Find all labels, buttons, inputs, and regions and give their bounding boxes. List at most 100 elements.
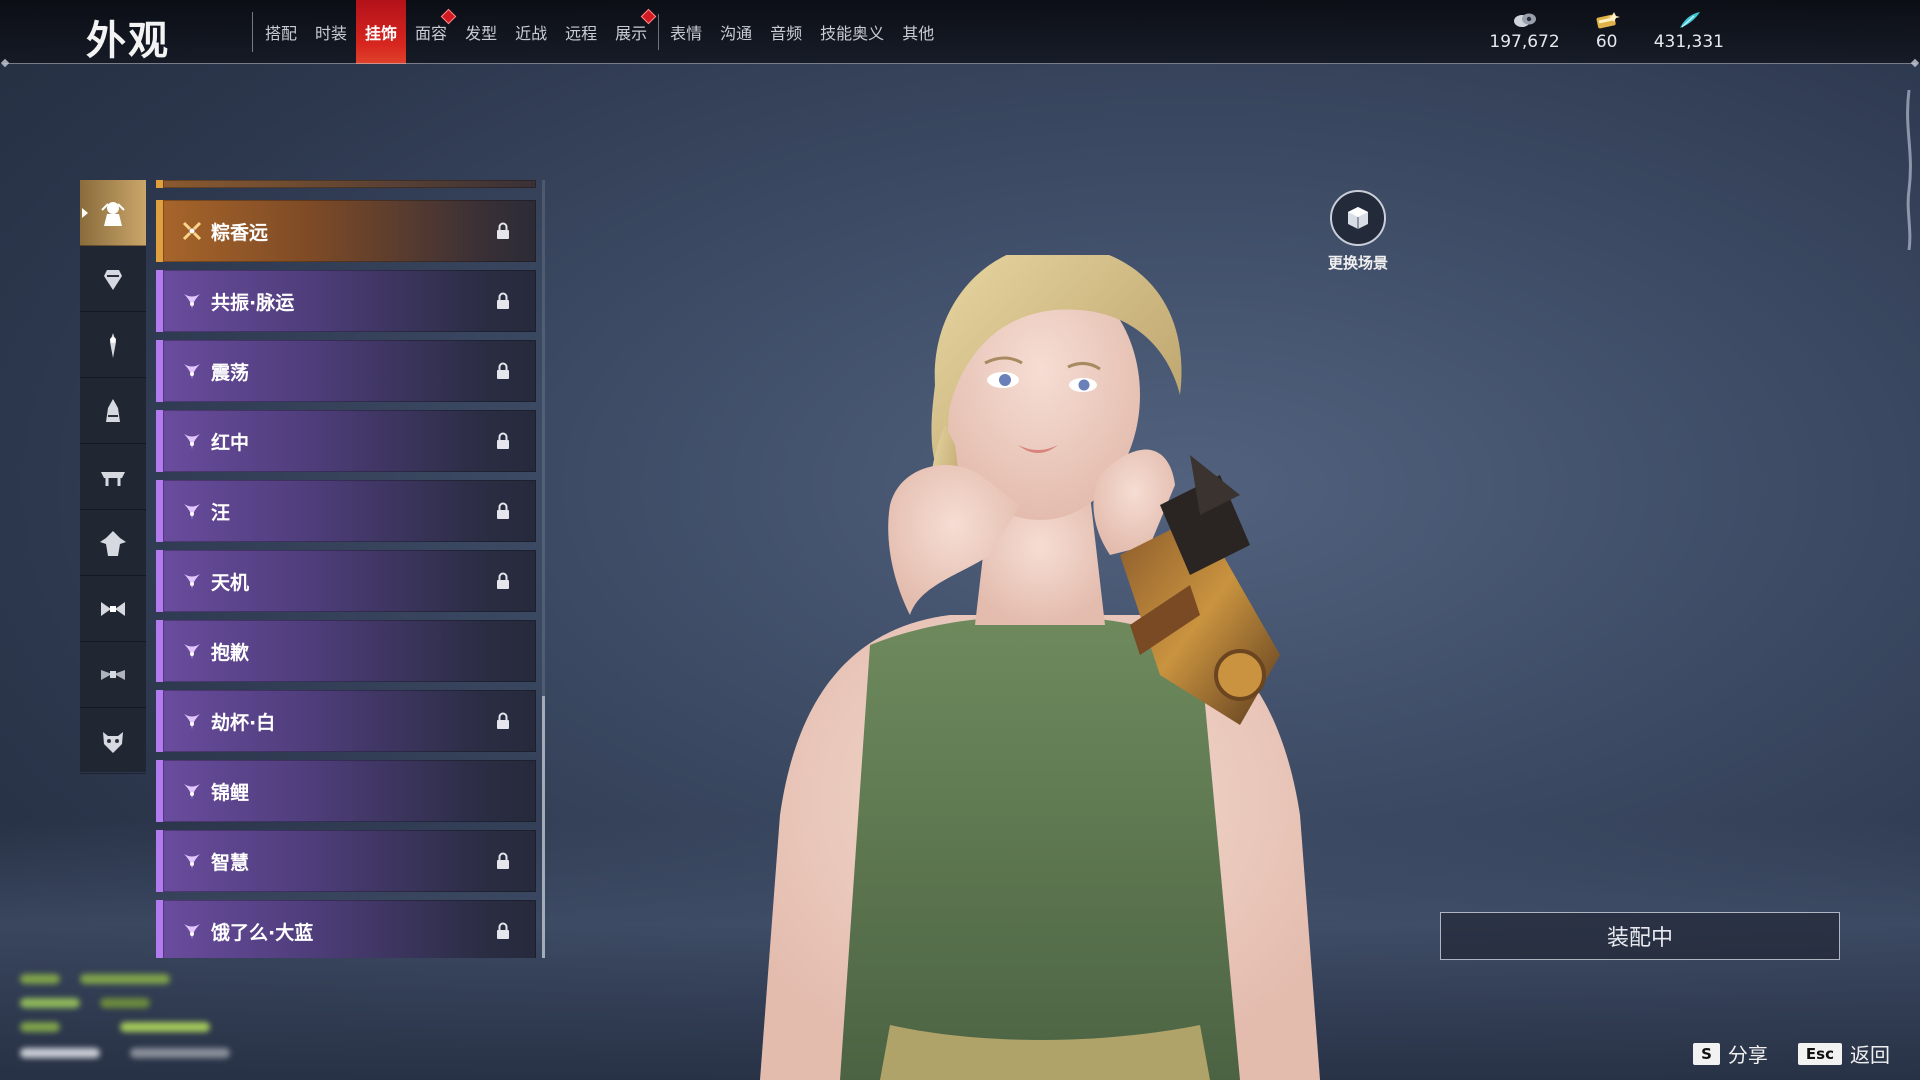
rarity-icon	[182, 221, 202, 241]
top-bar: 外观 搭配 时装 挂饰 面容 发型 近战 远程 展示 表情 沟通 音频 技能奥义 其他 197,672 …	[0, 0, 1920, 64]
tab-3[interactable]: 面容	[406, 0, 457, 64]
lock-icon	[497, 432, 509, 449]
rarity-icon	[184, 854, 200, 870]
rarity-icon	[184, 714, 200, 730]
rail-item-8[interactable]	[80, 708, 146, 774]
lock-icon	[497, 222, 509, 239]
list-item[interactable]: 红中	[156, 410, 536, 472]
back-ornament-icon	[106, 398, 120, 422]
list-item-name: 智慧	[211, 851, 250, 874]
back-hint[interactable]: Esc 返回	[1797, 1039, 1890, 1068]
rarity-icon	[184, 364, 200, 380]
tab-11[interactable]: 技能奥义	[811, 0, 893, 64]
coin-icon	[1513, 13, 1536, 27]
list-item[interactable]: 汪	[156, 480, 536, 542]
top-bar-divider	[4, 63, 1916, 64]
ornament-head-icon	[101, 201, 125, 226]
change-scene-button[interactable]: 更换场景	[1310, 190, 1406, 273]
currency-coin: 197,672	[1489, 10, 1560, 52]
rail-item-0[interactable]	[80, 180, 146, 246]
change-scene-label: 更换场景	[1327, 254, 1388, 272]
tab-2[interactable]: 挂饰	[356, 0, 407, 64]
tab-5[interactable]: 近战	[506, 0, 556, 64]
shoulder-icon	[101, 471, 125, 486]
tab-label: 表情	[670, 24, 703, 43]
list-item[interactable]: 饿了么·大蓝	[156, 900, 536, 958]
cape-icon	[100, 530, 126, 556]
currency-ticket: 60	[1594, 10, 1620, 52]
tab-12[interactable]: 其他	[893, 0, 943, 64]
rarity-icon	[184, 504, 200, 520]
tab-label: 技能奥义	[820, 24, 885, 43]
tab-9[interactable]: 沟通	[711, 0, 761, 64]
tab-label: 音频	[770, 24, 803, 43]
list-item[interactable]: 抱歉	[156, 620, 536, 682]
back-label: 返回	[1850, 1043, 1890, 1067]
list-item[interactable]: 劫杯·白	[156, 690, 536, 752]
list-item[interactable]: 天机	[156, 550, 536, 612]
tab-label: 近战	[515, 24, 548, 43]
title-divider	[252, 12, 253, 52]
list-item-name: 抱歉	[211, 641, 250, 664]
edge-scroll-ornament	[1906, 90, 1912, 250]
tab-1[interactable]: 时装	[306, 0, 356, 64]
ticket-icon	[1596, 12, 1620, 29]
rail-item-2[interactable]	[80, 312, 146, 378]
lock-icon	[497, 852, 509, 869]
rail-item-1[interactable]	[80, 246, 146, 312]
list-item[interactable]: 共振·脉运	[156, 270, 536, 332]
rarity-icon	[184, 644, 200, 660]
list-scrollbar-thumb[interactable]	[542, 696, 545, 958]
tab-4[interactable]: 发型	[456, 0, 506, 64]
list-item[interactable]: 震荡	[156, 340, 536, 402]
tab-6[interactable]: 远程	[556, 0, 606, 64]
equipped-button[interactable]: 装配中	[1440, 912, 1840, 960]
lock-icon	[497, 362, 509, 379]
list-item-name: 饿了么·大蓝	[211, 921, 314, 944]
rail-item-4[interactable]	[80, 444, 146, 510]
lock-icon	[497, 572, 509, 589]
tab-label: 搭配	[265, 24, 298, 43]
tab-label: 时装	[315, 24, 348, 43]
list-item[interactable]: 锦鲤	[156, 760, 536, 822]
category-rail	[80, 180, 146, 774]
list-item[interactable]: 粽香远	[156, 200, 536, 262]
lock-icon	[497, 502, 509, 519]
rarity-icon	[184, 924, 200, 940]
ornament-list: 粽香远共振·脉运震荡红中汪天机抱歉劫杯·白锦鲤智慧饿了么·大蓝	[156, 180, 536, 958]
list-item-name: 震荡	[211, 361, 250, 384]
list-item-name: 汪	[211, 501, 231, 524]
currency-feather-value: 431,331	[1653, 32, 1724, 52]
list-scrollbar[interactable]	[542, 180, 545, 958]
share-hint[interactable]: S 分享	[1693, 1039, 1768, 1068]
esc-key: Esc	[1797, 1042, 1842, 1065]
tab-label: 发型	[465, 24, 498, 43]
tab-label: 面容	[415, 24, 448, 43]
rarity-icon	[184, 784, 200, 800]
rail-item-3[interactable]	[80, 378, 146, 444]
tab-0[interactable]: 搭配	[256, 0, 306, 64]
list-item-name: 劫杯·白	[211, 711, 276, 734]
bow-icon	[101, 601, 125, 616]
scene-circle	[1330, 190, 1386, 246]
lock-icon	[497, 292, 509, 309]
list-item-name: 锦鲤	[211, 781, 250, 804]
cube-icon	[1348, 207, 1368, 229]
tab-separator	[658, 14, 660, 50]
page-title: 外观	[86, 18, 170, 64]
currency-coin-value: 197,672	[1489, 32, 1560, 52]
feather-icon	[1679, 12, 1700, 28]
rail-item-5[interactable]	[80, 510, 146, 576]
tab-label: 挂饰	[365, 24, 398, 43]
currency-ticket-value: 60	[1595, 32, 1618, 52]
tab-7[interactable]: 展示	[606, 0, 657, 64]
rail-item-7[interactable]	[80, 642, 146, 708]
share-label: 分享	[1727, 1043, 1768, 1067]
lock-icon	[497, 922, 509, 939]
list-item[interactable]: 智慧	[156, 830, 536, 892]
rail-item-6[interactable]	[80, 576, 146, 642]
currency-feather: 431,331	[1654, 10, 1724, 52]
tab-10[interactable]: 音频	[761, 0, 811, 64]
list-item-name: 粽香远	[211, 221, 269, 244]
tab-8[interactable]: 表情	[661, 0, 711, 64]
